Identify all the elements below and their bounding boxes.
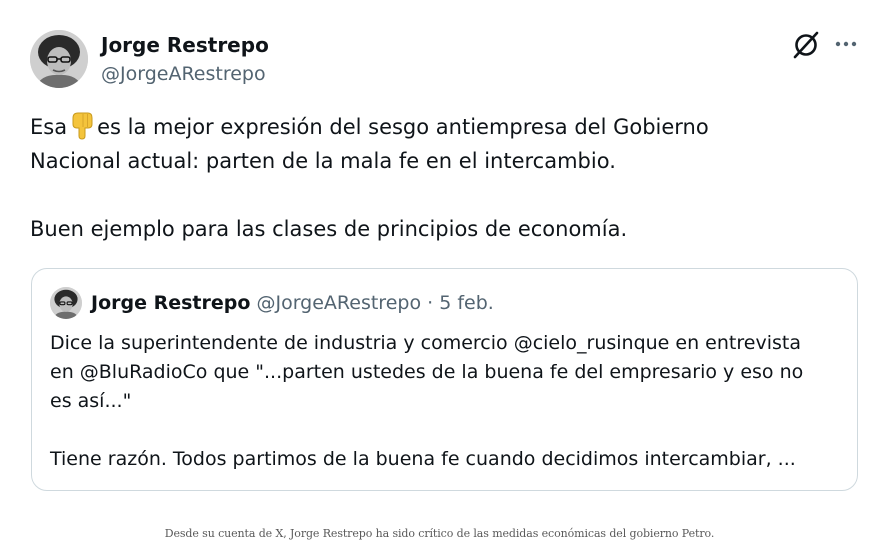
quoted-text-line-4: Tiene razón. Todos partimos de la buena … — [50, 448, 796, 470]
tweet-text: Esa es la mejor expresión del sesgo anti… — [30, 110, 845, 246]
quoted-text-line-3: es así..." — [50, 390, 132, 412]
x-logo-icon[interactable] — [792, 31, 820, 59]
tweet-text-line-1: Esa es la mejor expresión del sesgo anti… — [30, 110, 845, 144]
more-horizontal-icon — [835, 41, 857, 47]
quoted-text-line-2: en @BluRadioCo que "...parten ustedes de… — [50, 361, 804, 383]
tweet-text-line-3: Buen ejemplo para las clases de principi… — [30, 217, 628, 241]
image-caption: Desde su cuenta de X, Jorge Restrepo ha … — [164, 527, 715, 540]
tweet-text-line-2: Nacional actual: parten de la mala fe en… — [30, 149, 616, 173]
more-options-button[interactable] — [832, 34, 860, 54]
author-handle[interactable]: @JorgeARestrepo — [101, 62, 266, 86]
quoted-tweet[interactable]: Jorge Restrepo @JorgeARestrepo · 5 feb. … — [31, 268, 858, 491]
tweet-text-before-emoji: Esa — [30, 115, 68, 139]
quoted-author-name[interactable]: Jorge Restrepo — [91, 292, 250, 314]
quoted-tweet-header: Jorge Restrepo @JorgeARestrepo · 5 feb. — [91, 290, 494, 316]
quoted-date[interactable]: 5 feb. — [439, 292, 494, 314]
author-name[interactable]: Jorge Restrepo — [101, 32, 269, 58]
pointing-down-emoji-icon — [69, 110, 95, 140]
tweet-text-after-emoji: es la mejor expresión del sesgo antiempr… — [97, 115, 709, 139]
author-avatar[interactable] — [30, 30, 88, 88]
quoted-author-avatar[interactable] — [50, 287, 82, 319]
quoted-separator: · — [427, 292, 434, 314]
quoted-author-handle[interactable]: @JorgeARestrepo — [256, 292, 421, 314]
quoted-text-line-1: Dice la superintendente de industria y c… — [50, 332, 801, 354]
quoted-tweet-text: Dice la superintendente de industria y c… — [50, 329, 840, 474]
